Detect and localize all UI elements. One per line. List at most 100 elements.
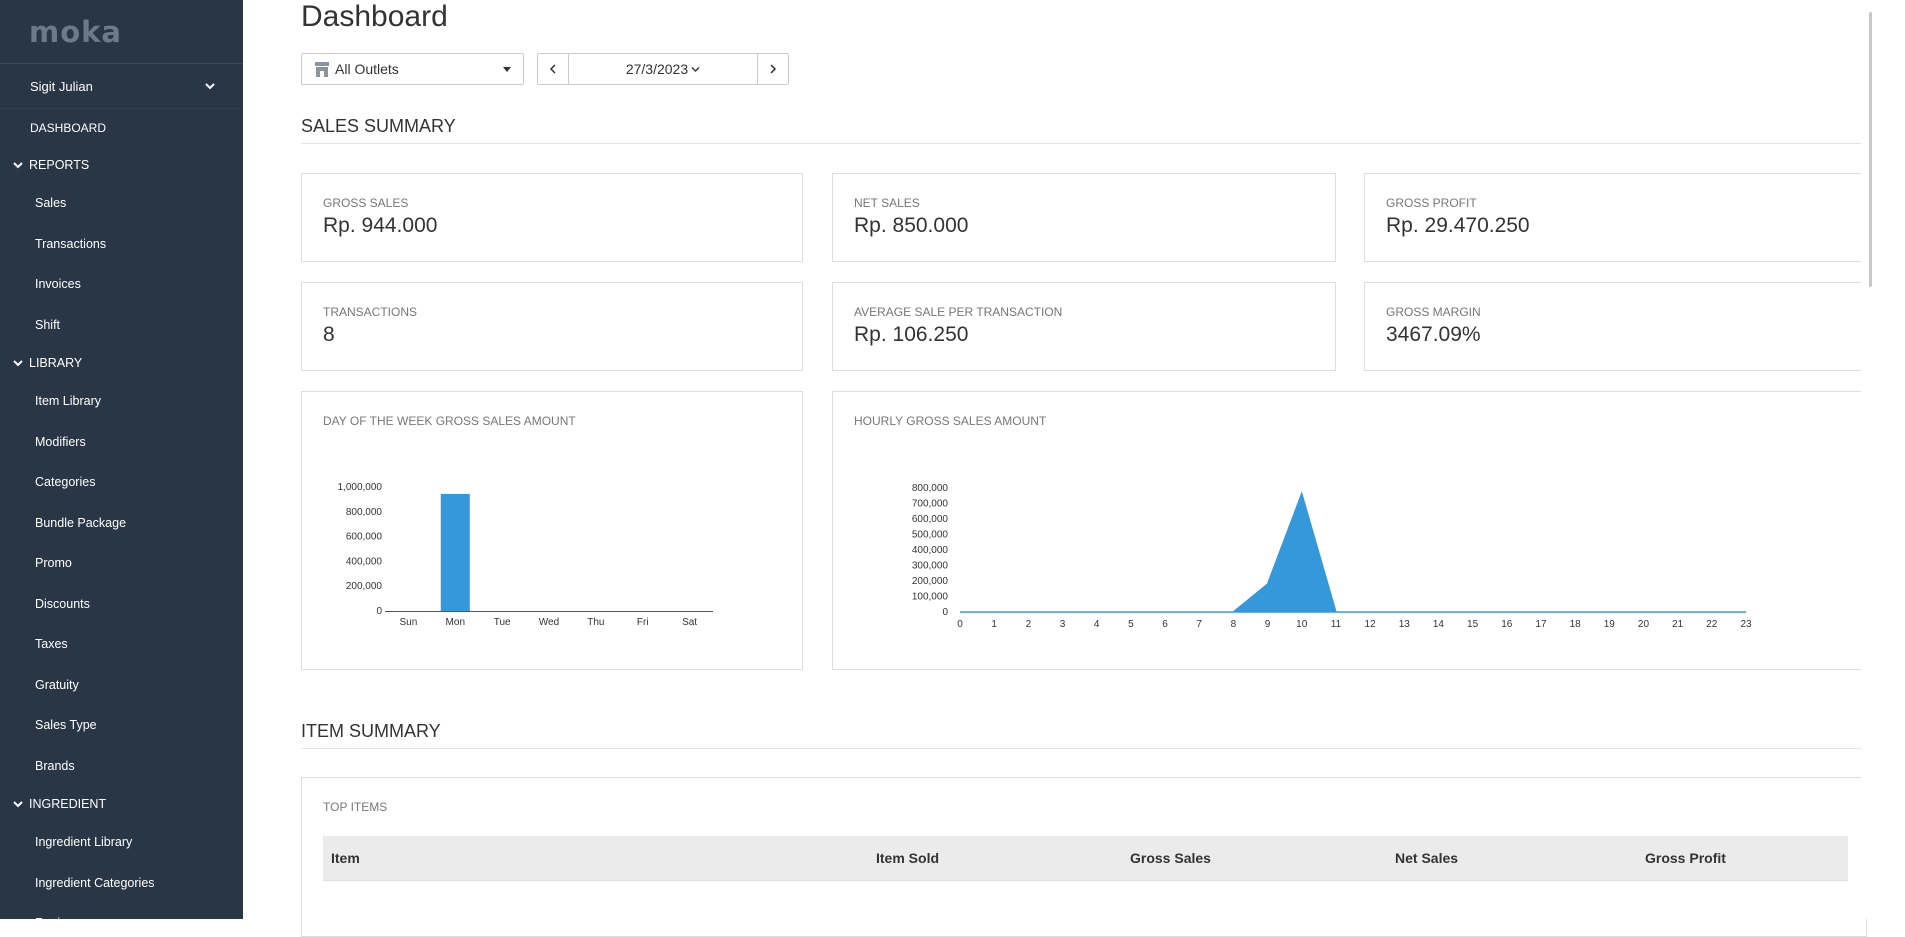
x-tick-label: 15	[1467, 619, 1479, 630]
sidebar-item-label: Ingredient Library	[35, 835, 133, 850]
user-menu[interactable]: Sigit Julian	[0, 64, 243, 109]
sidebar-item-shift[interactable]: Shift	[0, 305, 243, 346]
sidebar-item-sales[interactable]: Sales	[0, 183, 243, 224]
sidebar-item-taxes[interactable]: Taxes	[0, 624, 243, 665]
gross-profit-card: GROSS PROFIT Rp. 29.470.250	[1364, 173, 1867, 262]
y-tick-label: 0	[942, 607, 948, 618]
sidebar-item-label: DASHBOARD	[30, 121, 107, 135]
x-tick-label: 8	[1231, 619, 1237, 630]
sidebar-section-label: LIBRARY	[29, 356, 83, 370]
y-tick-label: 800,000	[346, 507, 383, 518]
transactions-card: TRANSACTIONS 8	[301, 282, 803, 371]
scrollbar[interactable]	[1861, 0, 1883, 919]
sidebar-item-discounts[interactable]: Discounts	[0, 584, 243, 625]
sidebar-item-bundle-package[interactable]: Bundle Package	[0, 503, 243, 544]
sidebar-item-label: Sales	[35, 196, 67, 211]
sidebar-item-ingredient-categories[interactable]: Ingredient Categories	[0, 863, 243, 904]
prev-date-button[interactable]	[538, 54, 568, 84]
bar-mon	[440, 493, 470, 611]
sidebar-item-label: Modifiers	[35, 434, 86, 449]
sidebar-item-dashboard[interactable]: DASHBOARD	[0, 109, 243, 147]
column-header-net-sales[interactable]: Net Sales	[1395, 850, 1458, 866]
scrollbar-thumb[interactable]	[1869, 12, 1872, 287]
sidebar-section-reports[interactable]: REPORTS	[0, 147, 243, 183]
chevron-down-icon	[13, 801, 23, 808]
card-label: GROSS SALES	[323, 196, 409, 210]
sidebar-item-label: Ingredient Categories	[35, 875, 155, 890]
sidebar-item-sales-type[interactable]: Sales Type	[0, 705, 243, 746]
chevron-down-icon	[13, 360, 23, 367]
gross-sales-card: GROSS SALES Rp. 944.000	[301, 173, 803, 262]
card-label: GROSS PROFIT	[1386, 196, 1477, 210]
x-tick-label: 17	[1535, 619, 1547, 630]
sidebar-item-gratuity[interactable]: Gratuity	[0, 665, 243, 706]
y-tick-label: 0	[376, 606, 382, 617]
y-tick-label: 200,000	[346, 581, 383, 592]
column-header-item[interactable]: Item	[331, 850, 360, 866]
chevron-down-icon	[13, 162, 23, 169]
sidebar-item-recipes[interactable]: Recipes	[0, 903, 243, 919]
hourly-area-chart: 0 100,000 200,000 300,000 400,000 500,000 600,…	[912, 483, 1752, 630]
sidebar-item-label: Gratuity	[35, 677, 79, 692]
sidebar-item-item-library[interactable]: Item Library	[0, 381, 243, 422]
card-value: 8	[323, 323, 335, 346]
store-icon	[315, 61, 329, 77]
x-tick-label: 5	[1128, 619, 1134, 630]
moka-logo[interactable]: moka	[0, 0, 243, 64]
x-tick-label: Sat	[682, 617, 697, 628]
sidebar-item-modifiers[interactable]: Modifiers	[0, 422, 243, 463]
sidebar-nav: REPORTS Sales Transactions Invoices Shift LIB…	[0, 147, 243, 919]
x-tick-label: 7	[1196, 619, 1202, 630]
sidebar-item-label: Promo	[35, 556, 72, 571]
sidebar-item-label: Invoices	[35, 277, 81, 292]
x-tick-label: Fri	[637, 617, 649, 628]
sidebar-item-label: Bundle Package	[35, 515, 127, 530]
x-tick-label: 21	[1672, 619, 1684, 630]
column-header-gross-sales[interactable]: Gross Sales	[1130, 850, 1211, 866]
sidebar-item-label: Sales Type	[35, 718, 97, 733]
caret-down-icon	[503, 67, 511, 72]
chevron-left-icon	[549, 64, 556, 74]
sidebar-item-transactions[interactable]: Transactions	[0, 224, 243, 265]
chevron-down-icon	[691, 66, 700, 72]
sidebar-item-label: Taxes	[35, 637, 68, 652]
card-label: AVERAGE SALE PER TRANSACTION	[854, 305, 1063, 319]
chevron-down-icon	[205, 83, 215, 90]
main-content: Dashboard All Outlets 27/3/2023 SALES SU…	[243, 0, 1883, 937]
y-tick-label: 700,000	[912, 499, 949, 510]
sidebar-item-ingredient-library[interactable]: Ingredient Library	[0, 822, 243, 863]
user-name: Sigit Julian	[30, 78, 93, 94]
sidebar-item-categories[interactable]: Categories	[0, 462, 243, 503]
x-tick-label: 6	[1162, 619, 1168, 630]
logo-text: moka	[29, 14, 122, 49]
sidebar-section-ingredient[interactable]: INGREDIENT	[0, 786, 243, 822]
card-value: Rp. 29.470.250	[1386, 214, 1530, 237]
sidebar-item-label: Brands	[35, 758, 75, 773]
x-tick-label: 16	[1501, 619, 1513, 630]
card-label: GROSS MARGIN	[1386, 305, 1481, 319]
hourly-area-series	[960, 491, 1746, 613]
y-tick-label: 600,000	[912, 514, 949, 525]
sidebar-section-label: REPORTS	[29, 158, 90, 172]
date-picker[interactable]: 27/3/2023	[568, 54, 758, 84]
sidebar-item-brands[interactable]: Brands	[0, 746, 243, 787]
sidebar-item-invoices[interactable]: Invoices	[0, 264, 243, 305]
next-date-button[interactable]	[758, 54, 788, 84]
sidebar-section-library[interactable]: LIBRARY	[0, 345, 243, 381]
x-tick-label: Mon	[446, 617, 465, 628]
y-tick-label: 400,000	[346, 556, 383, 567]
x-tick-label: 11	[1331, 619, 1342, 630]
column-header-item-sold[interactable]: Item Sold	[876, 850, 939, 866]
hourly-chart-card: HOURLY GROSS SALES AMOUNT 0 100,000 200,00…	[832, 391, 1867, 670]
chevron-right-icon	[770, 64, 777, 74]
average-sale-card: AVERAGE SALE PER TRANSACTION Rp. 106.250	[832, 282, 1336, 371]
card-label: TRANSACTIONS	[323, 305, 418, 319]
sidebar-item-promo[interactable]: Promo	[0, 543, 243, 584]
x-tick-label: Sun	[400, 617, 418, 628]
y-tick-label: 600,000	[346, 532, 383, 543]
outlet-select[interactable]: All Outlets	[301, 53, 524, 85]
column-header-gross-profit[interactable]: Gross Profit	[1645, 850, 1726, 866]
sidebar-item-label: Shift	[35, 317, 61, 332]
item-summary-title: ITEM SUMMARY	[301, 721, 1866, 749]
x-tick-label: 18	[1570, 619, 1582, 630]
